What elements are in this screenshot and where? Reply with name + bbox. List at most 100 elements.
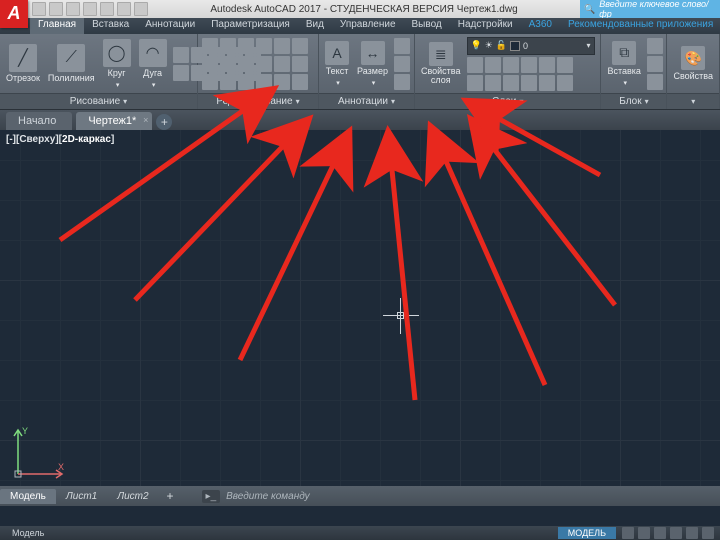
qat-undo-icon[interactable] [117,2,131,16]
ribbon-tab-a360[interactable]: A360 [521,18,560,34]
panel-annotation-title[interactable]: Аннотации [319,93,414,109]
layer-mini-icon[interactable] [539,75,555,91]
status-bar: Модель МОДЕЛЬ [0,526,720,540]
drawing-tab[interactable]: Чертеж1*× [76,112,152,130]
status-model-space[interactable]: Модель [0,528,56,538]
layer-mini-icon[interactable] [467,57,483,73]
panel-block-title[interactable]: Блок [601,93,666,109]
layout2-tab[interactable]: Лист2 [107,489,158,504]
layer-mini-icon[interactable] [521,75,537,91]
status-icon[interactable] [670,527,682,539]
ribbon-tab-strip: Главная Вставка Аннотации Параметризация… [0,18,720,34]
qat-saveas-icon[interactable] [83,2,97,16]
annot-mini-icon[interactable] [394,38,410,54]
ucs-icon[interactable]: Y X [12,424,68,480]
layer-properties-button[interactable]: ≣ Свойства слоя [419,42,463,85]
modify-mini-icon[interactable] [292,56,308,72]
grid-background [0,130,720,506]
quick-access-toolbar [32,2,148,16]
modify-mini-icon[interactable] [274,56,290,72]
status-icon[interactable] [686,527,698,539]
status-icon[interactable] [622,527,634,539]
model-tab[interactable]: Модель [0,489,56,504]
panel-draw-title[interactable]: Рисование [0,93,197,109]
layer-mini-icon[interactable] [521,57,537,73]
annot-mini-icon[interactable] [394,74,410,90]
qat-redo-icon[interactable] [134,2,148,16]
command-history-icon[interactable]: ▸_ [202,490,221,503]
circle-button[interactable]: ◯ Круг [101,39,133,89]
panel-modify-title[interactable]: Редактирование [198,93,318,109]
panel-properties-title[interactable] [667,93,719,109]
insert-block-label: Вставка [607,66,640,76]
modify-mini-icon[interactable] [274,38,290,54]
block-mini-icon[interactable] [647,56,663,72]
modify-mini-icon[interactable] [220,56,236,72]
modify-mini-icon[interactable] [256,74,272,90]
ribbon-tab-view[interactable]: Вид [298,18,332,34]
qat-plot-icon[interactable] [100,2,114,16]
ribbon-tab-parametric[interactable]: Параметризация [203,18,298,34]
layer-mini-icon[interactable] [557,57,573,73]
close-icon[interactable]: × [143,115,148,125]
ribbon-tab-output[interactable]: Вывод [404,18,450,34]
layout1-tab[interactable]: Лист1 [56,489,107,504]
sun-icon: ☀ [485,40,493,51]
ribbon-tab-addins[interactable]: Надстройки [450,18,521,34]
ribbon-tab-home[interactable]: Главная [30,18,84,34]
status-icon[interactable] [702,527,714,539]
modify-mini-icon[interactable] [274,74,290,90]
add-layout-button[interactable]: + [159,489,182,503]
modify-mini-icon[interactable] [292,38,308,54]
layer-mini-icon[interactable] [539,57,555,73]
viewport-controls[interactable]: [-][Сверху][2D-каркас] [6,134,114,145]
layer-mini-icon[interactable] [467,75,483,91]
ribbon-tab-annotate[interactable]: Аннотации [137,18,203,34]
modify-mini-icon[interactable] [238,74,254,90]
command-line[interactable]: ▸_ Введите команду [202,490,720,503]
line-button[interactable]: ╱ Отрезок [4,44,42,83]
arc-button[interactable]: ◠ Дуга [137,39,169,89]
ribbon-tab-featured-apps[interactable]: Рекомендованные приложения [560,18,720,34]
layer-mini-icon[interactable] [557,75,573,91]
modify-mini-icon[interactable] [238,56,254,72]
drawing-viewport[interactable]: [-][Сверху][2D-каркас] Y X Модель Лист1 … [0,130,720,506]
status-icon[interactable] [638,527,650,539]
layer-mini-icon[interactable] [503,75,519,91]
modify-mini-icon[interactable] [256,38,272,54]
layer-mini-icon[interactable] [503,57,519,73]
modify-mini-icon[interactable] [202,74,218,90]
ribbon-tab-insert[interactable]: Вставка [84,18,137,34]
qat-save-icon[interactable] [66,2,80,16]
modify-mini-icon[interactable] [220,74,236,90]
new-tab-button[interactable]: + [156,114,172,130]
current-layer-dropdown[interactable]: 💡 ☀ 🔓 0 ▾ [467,37,595,55]
qat-new-icon[interactable] [32,2,46,16]
modify-mini-icon[interactable] [238,38,254,54]
dimension-button[interactable]: ↔ Размер [355,41,390,87]
panel-layers-title[interactable]: Слои [415,93,601,109]
draw-mini-icon[interactable] [173,47,189,63]
modify-mini-icon[interactable] [202,38,218,54]
properties-button[interactable]: 🎨 Свойства [671,46,715,81]
modify-mini-icon[interactable] [202,56,218,72]
annot-mini-icon[interactable] [394,56,410,72]
status-model-badge[interactable]: МОДЕЛЬ [558,527,616,539]
status-icon[interactable] [654,527,666,539]
text-button[interactable]: A Текст [323,41,351,87]
ribbon-tab-manage[interactable]: Управление [332,18,404,34]
modify-mini-icon[interactable] [256,56,272,72]
polyline-button[interactable]: ⟋ Полилиния [46,44,97,83]
layer-mini-icon[interactable] [485,57,501,73]
block-mini-icon[interactable] [647,74,663,90]
draw-mini-icon[interactable] [173,65,189,81]
start-tab[interactable]: Начало [6,112,72,130]
qat-open-icon[interactable] [49,2,63,16]
layer-mini-icon[interactable] [485,75,501,91]
infocenter-search[interactable]: 🔍 Введите ключевое слово/фр [580,0,720,18]
application-menu-button[interactable]: A [0,0,28,28]
modify-mini-icon[interactable] [292,74,308,90]
insert-block-button[interactable]: ⧉ Вставка [605,41,642,87]
block-mini-icon[interactable] [647,38,663,54]
modify-mini-icon[interactable] [220,38,236,54]
